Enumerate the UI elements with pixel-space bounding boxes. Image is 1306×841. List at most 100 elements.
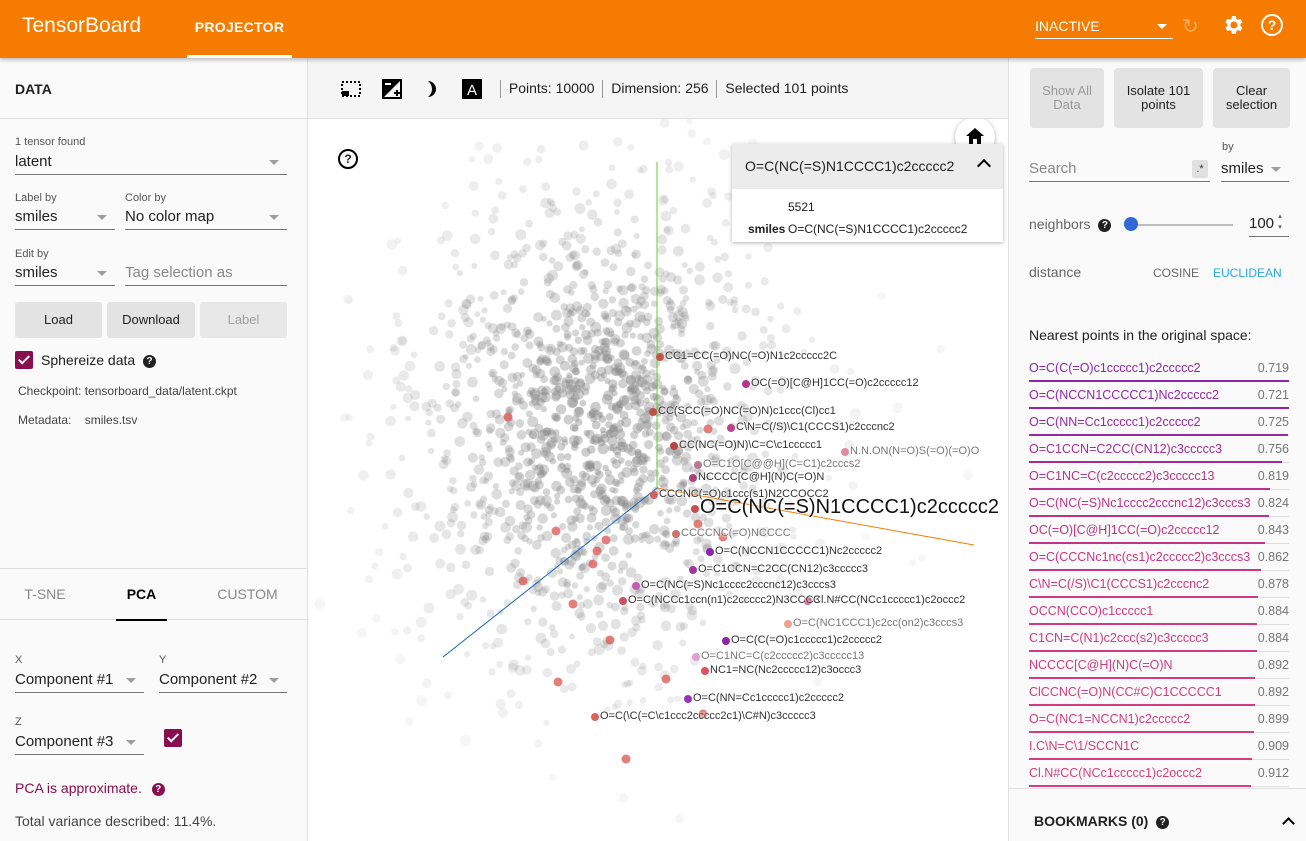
data-point (609, 486, 616, 493)
point-card-header[interactable]: O=C(NC(=S)N1CCCC1)c2ccccc2 (732, 144, 1003, 189)
data-point (661, 416, 670, 425)
load-button[interactable]: Load (15, 302, 102, 338)
sphereize-checkbox[interactable] (15, 351, 33, 369)
tab-pca[interactable]: PCA (116, 569, 167, 621)
data-point (556, 453, 565, 462)
y-component-select[interactable]: Component #2 (159, 669, 287, 693)
edit-by-select[interactable]: smiles (15, 262, 115, 286)
search-input[interactable]: Search .* (1029, 158, 1210, 182)
select-rectangle-icon[interactable] (340, 78, 362, 100)
regex-toggle[interactable]: .* (1192, 160, 1208, 178)
data-point (651, 469, 660, 477)
data-point (456, 613, 464, 621)
nearest-item[interactable]: ClCCNC(=O)N(CC#C)C1CCCCC1 0.892 (1029, 679, 1289, 706)
data-point (434, 361, 446, 372)
distance-cosine[interactable]: COSINE (1153, 266, 1199, 280)
z-enabled-checkbox[interactable] (164, 729, 182, 747)
clear-selection-button[interactable]: Clear selection (1213, 68, 1290, 128)
gear-icon[interactable] (1221, 13, 1245, 42)
download-button[interactable]: Download (107, 302, 195, 338)
data-point (534, 739, 543, 748)
selected-point (518, 576, 528, 586)
data-point (617, 646, 626, 655)
nearest-item-label: Cl.N#CC(NCc1ccccc1)c2occc2 (1029, 766, 1202, 780)
data-point (559, 684, 569, 693)
nearest-item[interactable]: C\N=C(/S)\C1(CCCS1)c2cccnc2 0.878 (1029, 571, 1289, 598)
nearest-item[interactable]: I.C\N=C\1/SCCN1C 0.909 (1029, 733, 1289, 760)
z-component-select[interactable]: Component #3 (15, 731, 144, 755)
data-point (598, 338, 606, 346)
data-point (391, 628, 399, 636)
isolate-points-button[interactable]: Isolate 101 points (1114, 68, 1203, 128)
help-icon[interactable]: ? (1261, 14, 1283, 36)
nearest-item[interactable]: O=C(C(=O)c1ccccc1)c2ccccc2 0.719 (1029, 355, 1289, 382)
nearest-item[interactable]: Cl.N#CC(NCc1ccccc1)c2occc2 0.912 (1029, 760, 1289, 787)
tab-tsne[interactable]: T-SNE (0, 569, 90, 620)
data-point (720, 252, 729, 262)
help-icon[interactable]: ? (1098, 218, 1112, 232)
show-all-data-button[interactable]: Show All Data (1030, 68, 1104, 128)
data-point (608, 296, 617, 304)
run-selector[interactable]: INACTIVE (1035, 14, 1173, 39)
chevron-up-icon[interactable] (976, 158, 992, 174)
data-point (503, 259, 514, 270)
label-by-select[interactable]: smiles (15, 206, 115, 230)
divider (716, 80, 718, 99)
nearest-item[interactable]: O=C1CCN=C2CC(CN12)c3ccccc3 0.756 (1029, 436, 1289, 463)
nearest-item[interactable]: NCCCC[C@H](N)C(=O)N 0.892 (1029, 652, 1289, 679)
bookmarks-section[interactable]: BOOKMARKS (0) ? (1009, 788, 1306, 841)
search-by-select[interactable]: smiles (1221, 158, 1289, 182)
data-point (613, 228, 622, 237)
reload-icon[interactable]: ↻ (1182, 14, 1199, 39)
neighbors-slider-knob[interactable] (1124, 217, 1139, 231)
label-by-value: smiles (15, 208, 58, 225)
help-icon[interactable]: ? (143, 354, 157, 368)
tensor-select[interactable]: latent (15, 151, 287, 175)
data-point (572, 187, 581, 196)
nearest-item[interactable]: O=C(NC(=S)Nc1cccc2cccnc12)c3cccs3 0.824 (1029, 490, 1289, 517)
tag-selection-input[interactable]: Tag selection as (125, 262, 287, 286)
nearest-item[interactable]: O=C(NN=Cc1ccccc1)c2ccccc2 0.725 (1029, 409, 1289, 436)
moon-icon[interactable] (421, 78, 443, 100)
data-point (450, 249, 460, 258)
color-by-select[interactable]: No color map (125, 206, 287, 230)
labels-icon[interactable]: A (461, 78, 483, 100)
help-icon[interactable]: ? (338, 149, 358, 169)
help-icon[interactable]: ? (151, 782, 165, 796)
projection-canvas[interactable]: ? O=C(NC(=S)N1CCCC1)c2ccccc2 5521 smiles… (308, 119, 1008, 841)
data-point (531, 393, 540, 403)
nearest-item[interactable]: O=C(NC1=NCCN1)c2ccccc2 0.899 (1029, 706, 1289, 733)
tab-projector[interactable]: PROJECTOR (187, 0, 292, 58)
point-label: O=C(NC(=S)N1CCCC1)c2ccccc2 (700, 496, 999, 518)
label-button[interactable]: Label (200, 302, 287, 338)
nearest-item[interactable]: OCCN(CCO)c1ccccc1 0.884 (1029, 598, 1289, 625)
help-icon[interactable]: ? (1156, 815, 1170, 829)
selected-point (551, 526, 561, 536)
nearest-item[interactable]: C1CN=C(N1)c2ccc(s2)c3ccccc3 0.884 (1029, 625, 1289, 652)
neighbors-spinner[interactable]: ▴ ▾ (1275, 211, 1285, 235)
data-point (544, 451, 555, 463)
data-point (467, 376, 478, 388)
data-point (679, 639, 687, 647)
tensor-count-label: 1 tensor found (15, 136, 86, 148)
data-point (477, 340, 487, 350)
nearest-item[interactable]: OC(=O)[C@H]1CC(=O)c2ccccc12 0.843 (1029, 517, 1289, 544)
night-mode-icon[interactable] (381, 78, 403, 100)
distance-euclidean[interactable]: EUCLIDEAN (1213, 266, 1282, 280)
nearest-item[interactable]: O=C(CCCNc1nc(cs1)c2ccccc2)c3cccs3 0.862 (1029, 544, 1289, 571)
x-component-select[interactable]: Component #1 (15, 669, 144, 693)
data-point (459, 734, 471, 746)
nearest-item-label: I.C\N=C\1/SCCN1C (1029, 739, 1140, 753)
data-point (846, 367, 855, 376)
chevron-up-icon[interactable] (1282, 817, 1295, 830)
data-point (612, 446, 622, 456)
tab-custom[interactable]: CUSTOM (200, 569, 295, 620)
data-point (597, 620, 608, 631)
selected-point (632, 582, 640, 590)
data-point (829, 364, 840, 374)
pca-approx-text: PCA is approximate. (15, 780, 142, 796)
data-point (586, 524, 593, 531)
neighbors-slider-track[interactable] (1126, 224, 1233, 226)
nearest-item[interactable]: O=C1NC=C(c2ccccc2)c3ccccc13 0.819 (1029, 463, 1289, 490)
nearest-item[interactable]: O=C(NCCN1CCCCC1)Nc2ccccc2 0.721 (1029, 382, 1289, 409)
